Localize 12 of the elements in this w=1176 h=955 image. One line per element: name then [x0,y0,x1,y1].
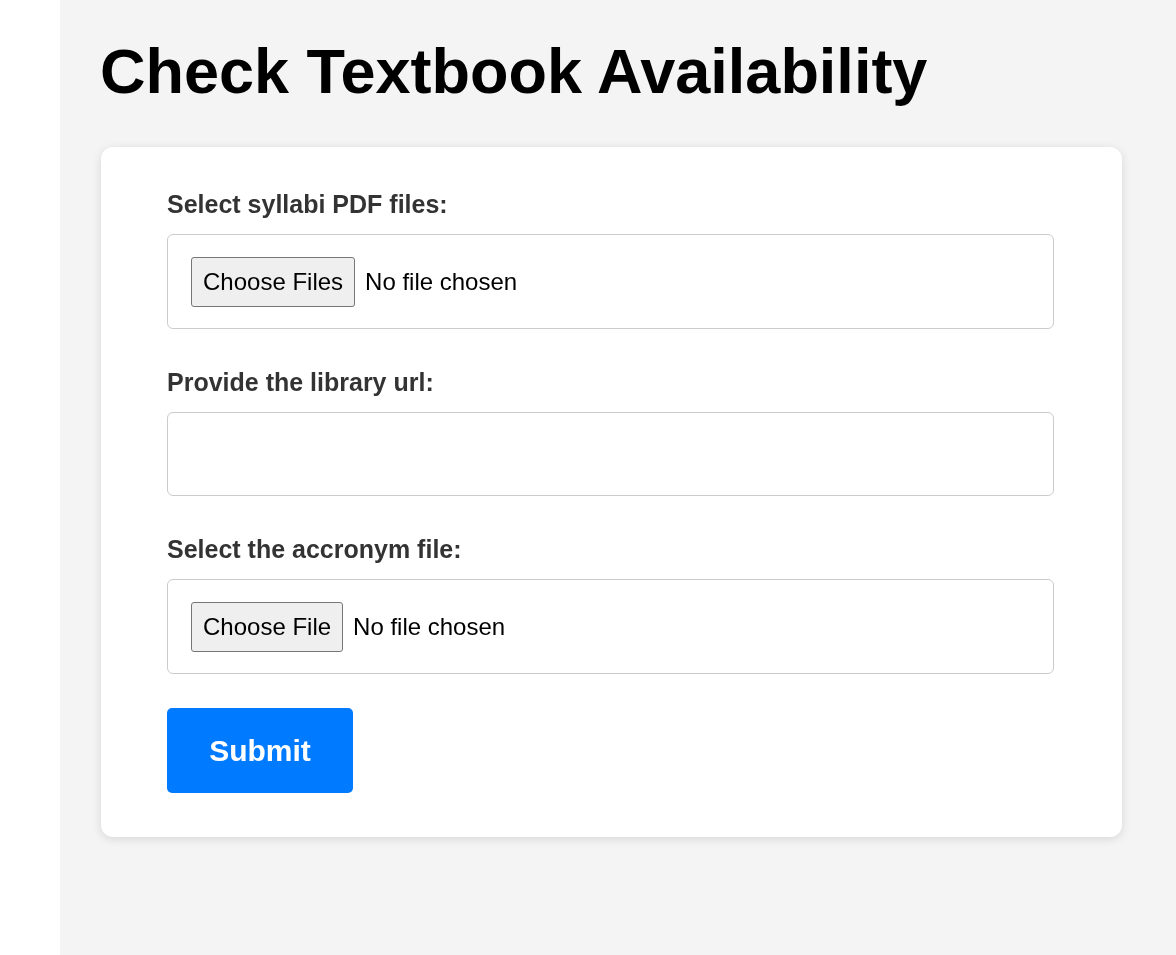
choose-file-button[interactable]: Choose File [191,601,344,652]
choose-file-button[interactable]: Choose Files [191,256,356,307]
url-input-field[interactable] [167,412,1054,497]
file-input-field[interactable]: Choose Files No file chosen [167,234,1054,330]
file-input-field[interactable]: Choose File No file chosen [167,579,1054,675]
page-title: Check Textbook Availability [100,37,929,107]
submit-button[interactable]: Submit [167,708,353,794]
field-label: Select the accronym file: [167,534,463,565]
field-label: Provide the library url: [167,367,435,398]
file-status-text: No file chosen [353,612,506,641]
file-status-text: No file chosen [365,267,518,296]
field-label: Select syllabi PDF files: [167,189,449,220]
